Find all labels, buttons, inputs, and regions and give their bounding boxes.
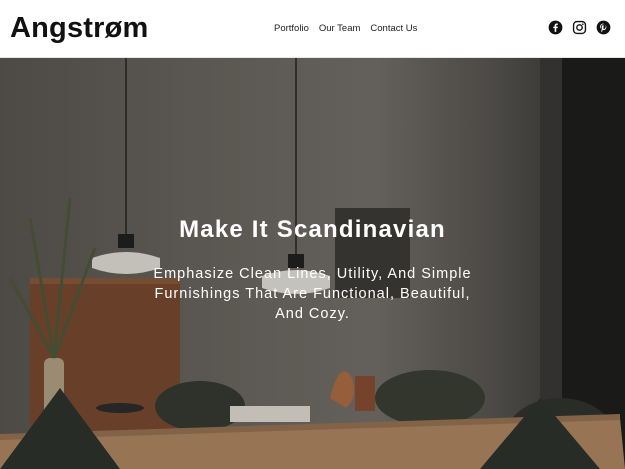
- brand-logo[interactable]: Angstrøm: [10, 12, 149, 45]
- pinterest-icon[interactable]: [596, 20, 611, 35]
- facebook-icon[interactable]: [548, 20, 563, 35]
- nav-link-portfolio[interactable]: Portfolio: [274, 23, 309, 34]
- instagram-icon[interactable]: [572, 20, 587, 35]
- main-nav: Portfolio Our Team Contact Us: [274, 23, 417, 34]
- site-header: Angstrøm Portfolio Our Team Contact Us: [0, 0, 625, 58]
- hero-subtitle: Emphasize Clean Lines, Utility, And Simp…: [153, 266, 472, 322]
- hero-section: Make It Scandinavian Emphasize Clean Lin…: [0, 58, 625, 469]
- social-links: [548, 20, 611, 35]
- nav-link-contact-us[interactable]: Contact Us: [370, 23, 417, 34]
- nav-link-our-team[interactable]: Our Team: [319, 23, 361, 34]
- hero-title: Make It Scandinavian: [179, 216, 446, 243]
